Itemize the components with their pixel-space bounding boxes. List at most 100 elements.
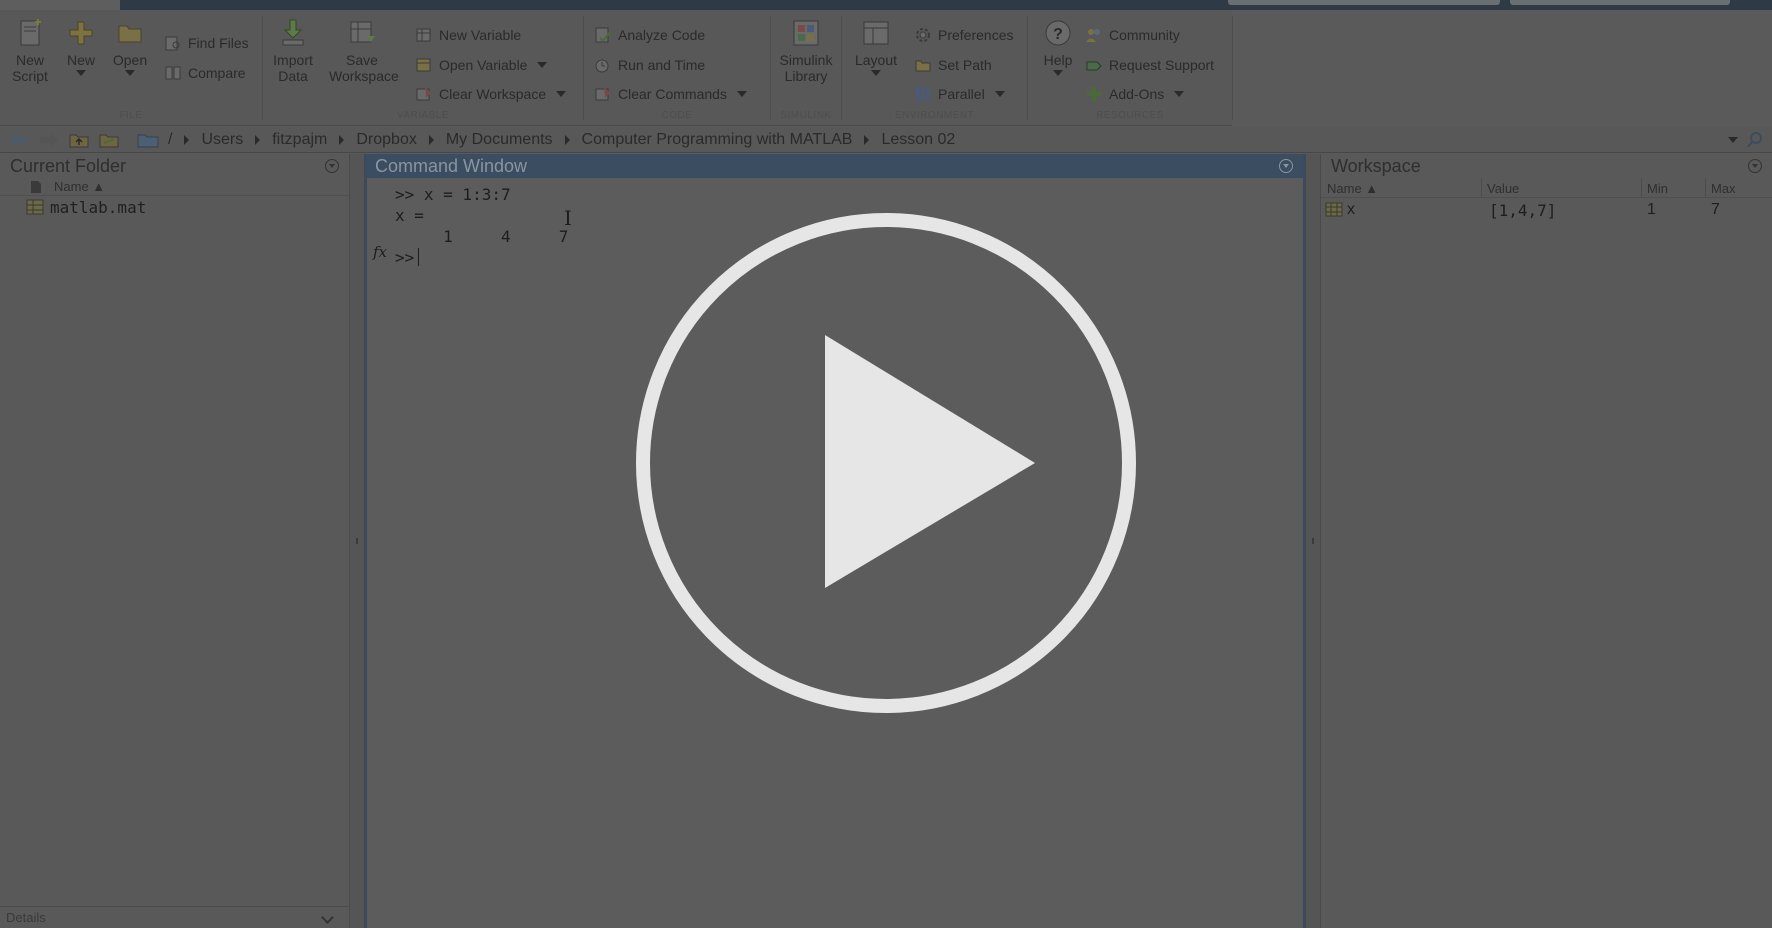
new-script-label-1: New (15, 52, 44, 68)
add-ons-button[interactable]: Add-Ons (1085, 83, 1185, 105)
breadcrumb-item[interactable]: My Documents (446, 131, 553, 149)
up-folder-icon[interactable] (68, 131, 90, 149)
quick-access-bar[interactable] (1228, 0, 1500, 5)
search-documentation-field[interactable] (1510, 0, 1730, 5)
open-label: Open (112, 52, 148, 68)
breadcrumb-item[interactable]: fitzpajm (272, 131, 327, 149)
clear-workspace-button[interactable]: Clear Workspace (415, 83, 567, 105)
open-button[interactable]: Open (100, 18, 160, 76)
workspace-panel: Workspace Name ▲ Value Min Max x [1,4,7]… (1320, 154, 1772, 928)
import-data-button[interactable]: Import Data (263, 18, 323, 84)
run-and-time-button[interactable]: Run and Time (594, 54, 705, 76)
breadcrumb-item[interactable]: Lesson 02 (881, 131, 955, 149)
parallel-label: Parallel (938, 86, 985, 102)
chevron-down-icon (736, 91, 747, 97)
simulink-library-button[interactable]: Simulink Library (776, 18, 836, 84)
svg-text:?: ? (1053, 26, 1063, 43)
function-browser-icon[interactable]: fx (373, 243, 387, 261)
ws-column-name[interactable]: Name ▲ (1327, 181, 1378, 196)
preferences-button[interactable]: Preferences (914, 24, 1013, 46)
ws-column-min[interactable]: Min (1647, 181, 1668, 196)
chevron-down-icon (1053, 70, 1063, 76)
ws-var-value: [1,4,7] (1489, 201, 1557, 220)
gear-icon (916, 28, 930, 42)
chevron-right-icon (564, 134, 570, 145)
new-variable-button[interactable]: New Variable (415, 24, 521, 46)
panel-menu-icon[interactable] (1748, 159, 1762, 173)
add-ons-icon (1087, 87, 1101, 101)
forward-arrow-icon[interactable] (38, 131, 60, 149)
chevron-down-icon (1174, 91, 1185, 97)
current-folder-title-text: Current Folder (10, 155, 127, 176)
open-variable-button[interactable]: Open Variable (415, 54, 548, 76)
breadcrumb-item[interactable]: Users (201, 131, 243, 149)
group-divider (1232, 16, 1233, 120)
variable-matrix-icon (1325, 202, 1343, 217)
file-row[interactable]: matlab.mat (0, 196, 349, 218)
panel-menu-icon[interactable] (1279, 159, 1293, 173)
layout-icon (863, 21, 889, 45)
find-files-button[interactable]: Find Files (164, 32, 249, 54)
run-and-time-icon (595, 59, 609, 73)
panel-menu-icon[interactable] (325, 159, 339, 173)
community-label: Community (1109, 27, 1180, 43)
simulink-library-label-1: Simulink (779, 52, 833, 68)
analyze-code-label: Analyze Code (618, 27, 706, 43)
community-button[interactable]: Community (1085, 24, 1180, 46)
breadcrumb-root[interactable]: / (168, 131, 172, 149)
add-ons-label: Add-Ons (1109, 86, 1165, 102)
breadcrumb-item[interactable]: Dropbox (356, 131, 416, 149)
new-variable-label: New Variable (439, 27, 522, 43)
workspace-title: Workspace (1321, 154, 1772, 178)
column-divider[interactable] (1481, 178, 1482, 198)
ws-var-name: x (1347, 201, 1355, 218)
left-splitter[interactable] (350, 154, 364, 928)
address-history-chevron-icon[interactable] (1728, 137, 1738, 143)
command-line: >> x = 1:3:7 (395, 185, 511, 204)
analyze-code-button[interactable]: Analyze Code (594, 24, 705, 46)
environment-group-caption: ENVIRONMENT (894, 110, 975, 121)
folder-icon (118, 25, 142, 43)
import-data-label-1: Import (273, 52, 313, 68)
request-support-button[interactable]: Request Support (1085, 54, 1214, 76)
root-folder-icon[interactable] (136, 131, 160, 149)
search-icon[interactable] (1746, 131, 1764, 149)
folder-column-header[interactable]: Name ▲ (0, 178, 349, 196)
simulink-group: Simulink Library SIMULINK (771, 10, 841, 126)
parallel-button[interactable]: Parallel (914, 83, 1005, 105)
save-workspace-button[interactable]: Save Workspace (329, 18, 399, 84)
request-support-label: Request Support (1109, 57, 1215, 73)
clear-commands-icon (595, 87, 610, 101)
import-data-label-2: Data (278, 68, 308, 84)
save-workspace-label-1: Save (346, 52, 378, 68)
home-tab[interactable] (0, 0, 120, 10)
ws-column-value[interactable]: Value (1487, 181, 1519, 196)
ws-var-max: 7 (1711, 201, 1720, 218)
play-button[interactable] (635, 212, 1137, 714)
right-splitter[interactable] (1306, 154, 1320, 928)
ibeam-cursor-icon: I (564, 206, 572, 230)
workspace-column-header: Name ▲ Value Min Max (1321, 178, 1772, 198)
clear-commands-button[interactable]: Clear Commands (594, 83, 747, 105)
back-arrow-icon[interactable] (8, 131, 30, 149)
set-path-button[interactable]: Set Path (914, 54, 992, 76)
layout-button[interactable]: Layout (846, 18, 906, 76)
chevron-right-icon (184, 134, 190, 145)
help-button[interactable]: ? Help (1028, 18, 1088, 76)
compare-button[interactable]: Compare (164, 62, 246, 84)
breadcrumb-item[interactable]: Computer Programming with MATLAB (582, 131, 853, 149)
column-divider[interactable] (1641, 178, 1642, 198)
set-path-icon (915, 60, 931, 72)
browse-folder-icon[interactable] (98, 131, 120, 149)
ws-column-max[interactable]: Max (1711, 181, 1736, 196)
breadcrumb: / Users fitzpajm Dropbox My Documents Co… (136, 131, 955, 149)
environment-group: Layout Preferences Set Path Parallel ENV… (842, 10, 1027, 126)
details-pane-toggle[interactable]: Details (0, 906, 350, 928)
parallel-icon (916, 87, 929, 101)
workspace-row[interactable]: x [1,4,7] 1 7 (1321, 198, 1772, 220)
column-divider[interactable] (1705, 178, 1706, 198)
simulink-library-label-2: Library (784, 68, 828, 84)
help-label: Help (1043, 52, 1073, 68)
chevron-right-icon (339, 134, 345, 145)
find-files-icon (165, 36, 180, 51)
